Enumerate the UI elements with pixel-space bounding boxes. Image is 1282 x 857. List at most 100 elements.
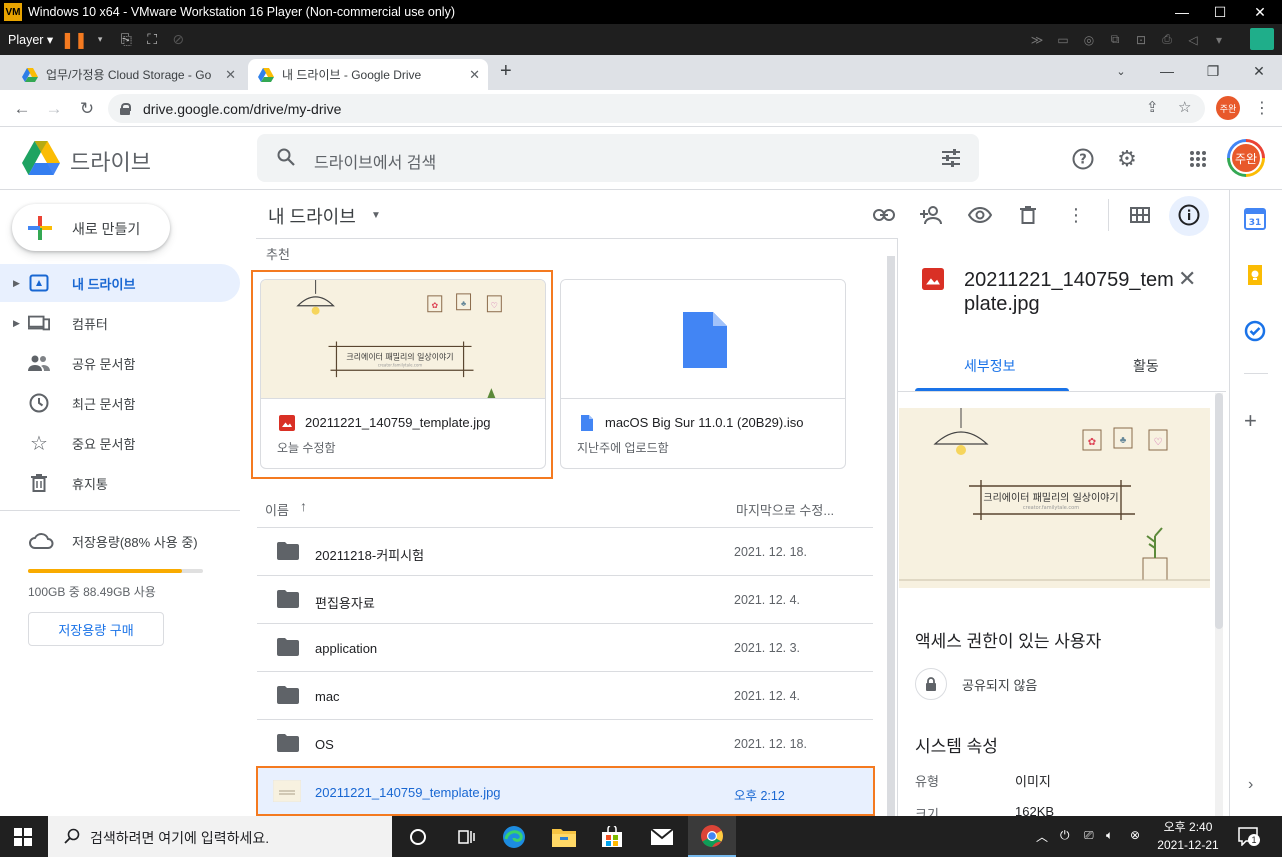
send-ctrl-alt-del-icon[interactable]: ⎘ <box>113 27 139 53</box>
file-explorer-icon[interactable] <box>540 816 588 857</box>
tray-close-icon[interactable]: ⊗ <box>1130 828 1140 842</box>
expand-caret-icon[interactable]: ▶ <box>13 278 20 289</box>
usb-icon[interactable]: ⊡ <box>1130 33 1152 47</box>
chrome-taskbar-icon[interactable] <box>688 816 736 857</box>
scrollbar-thumb[interactable] <box>1215 393 1223 629</box>
cd-icon[interactable]: ◎ <box>1078 33 1100 47</box>
account-avatar[interactable]: 주완 <box>1227 139 1265 177</box>
close-icon[interactable]: ✕ <box>1178 266 1196 292</box>
lock-icon[interactable] <box>120 102 131 115</box>
drive-logo-icon[interactable] <box>22 141 60 175</box>
taskbar-search-input[interactable]: 검색하려면 여기에 입력하세요. <box>90 828 269 848</box>
tasks-icon[interactable] <box>1244 320 1266 342</box>
url-text[interactable]: drive.google.com/drive/my-drive <box>143 101 341 117</box>
taskbar-clock[interactable]: 오후 2:40 2021-12-21 <box>1150 818 1226 854</box>
keep-icon[interactable] <box>1244 264 1266 286</box>
sidebar-item-my-drive[interactable]: ▶ 내 드라이브 <box>0 264 240 302</box>
vm-maximize-button[interactable]: ☐ <box>1200 0 1240 24</box>
tab-search-icon[interactable]: ⌄ <box>1098 55 1144 87</box>
calendar-icon[interactable]: 31 <box>1244 208 1266 230</box>
taskbar-search-box[interactable]: 검색하려면 여기에 입력하세요. <box>48 816 392 857</box>
apps-grid-icon[interactable] <box>1185 146 1211 172</box>
buy-storage-button[interactable]: 저장용량 구매 <box>28 612 164 646</box>
chevron-right-icon[interactable]: › <box>1248 776 1253 794</box>
sidebar-item-computers[interactable]: ▶ 컴퓨터 <box>0 304 240 342</box>
volume-icon[interactable]: 🔈︎ <box>1106 828 1113 843</box>
hdd-icon[interactable]: ▭ <box>1052 33 1074 47</box>
tab-close-icon[interactable]: ✕ <box>469 67 480 83</box>
vm-minimize-button[interactable]: — <box>1162 0 1202 24</box>
tab-details[interactable]: 세부정보 <box>964 356 1016 376</box>
settings-gear-icon[interactable]: ⚙ <box>1114 146 1140 172</box>
sidebar-item-shared[interactable]: 공유 문서함 <box>0 344 240 382</box>
column-header-modified[interactable]: 마지막으로 수정... <box>736 500 834 519</box>
player-menu[interactable]: Player ▾ <box>0 32 61 47</box>
search-icon[interactable] <box>277 148 295 166</box>
file-list-scrollbar[interactable] <box>887 256 895 816</box>
info-icon[interactable] <box>1176 202 1202 228</box>
storage-label[interactable]: 저장용량(88% 사용 중) <box>72 532 198 551</box>
vm-overflow-icon[interactable]: ▾ <box>1208 33 1230 47</box>
forward-icon[interactable]: ≫ <box>1026 33 1048 47</box>
bookmark-star-icon[interactable]: ☆ <box>1178 98 1191 116</box>
forward-button[interactable]: → <box>40 95 68 123</box>
details-preview-image[interactable]: ✿ ♣ ♡ 크리에이터 패밀리의 일상이야기 creator.familytal… <box>899 408 1210 588</box>
network-icon[interactable]: ⧉ <box>1104 32 1126 47</box>
grid-view-icon[interactable] <box>1127 202 1153 228</box>
browser-profile-avatar[interactable]: 주완 <box>1216 96 1240 120</box>
fullscreen-icon[interactable]: ⛶ <box>139 27 165 53</box>
task-view-icon[interactable] <box>442 816 490 857</box>
search-input[interactable]: 드라이브에서 검색 <box>314 149 436 173</box>
unity-icon[interactable]: ⊘ <box>165 27 191 53</box>
pause-dropdown-icon[interactable]: ▾ <box>87 27 113 53</box>
suggested-card-file[interactable]: macOS Big Sur 11.0.1 (20B29).iso 지난주에 업로… <box>560 279 846 469</box>
file-row[interactable]: application 2021. 12. 3. <box>257 623 873 671</box>
file-row[interactable]: 편집용자료 2021. 12. 4. <box>257 575 873 623</box>
sound-icon[interactable]: ◁ <box>1182 33 1204 47</box>
delete-trash-icon[interactable] <box>1015 202 1041 228</box>
vm-close-button[interactable]: ✕ <box>1240 0 1280 24</box>
sidebar-item-recent[interactable]: 최근 문서함 <box>0 384 240 422</box>
expand-caret-icon[interactable]: ▶ <box>13 318 20 329</box>
tab-close-icon[interactable]: ✕ <box>225 67 236 83</box>
notification-center-icon[interactable]: 1 <box>1238 826 1260 847</box>
edge-browser-icon[interactable] <box>490 816 538 857</box>
tab-my-drive[interactable]: 내 드라이브 - Google Drive ✕ <box>248 59 488 90</box>
mail-icon[interactable] <box>638 816 686 857</box>
tab-cloud-storage[interactable]: 업무/가정용 Cloud Storage - Go ✕ <box>12 59 244 90</box>
chevron-down-icon[interactable]: ▼ <box>371 210 381 221</box>
drive-app-name[interactable]: 드라이브 <box>70 145 151 177</box>
drive-search-box[interactable]: 드라이브에서 검색 <box>257 134 979 182</box>
browser-close-button[interactable]: ✕ <box>1236 55 1282 87</box>
back-button[interactable]: ← <box>8 95 36 123</box>
sort-ascending-icon[interactable]: ↑ <box>300 498 307 514</box>
share-person-add-icon[interactable] <box>919 202 945 228</box>
help-icon[interactable]: ? <box>1070 146 1096 172</box>
pause-icon[interactable]: ❚❚ <box>61 27 88 53</box>
column-header-name[interactable]: 이름 <box>265 500 289 519</box>
tray-overflow-icon[interactable]: ︿ <box>1036 828 1048 845</box>
reload-button[interactable]: ↻ <box>73 95 101 123</box>
search-options-icon[interactable] <box>941 148 961 168</box>
sidebar-item-trash[interactable]: 휴지통 <box>0 464 240 502</box>
new-button[interactable]: 새로 만들기 <box>12 204 170 251</box>
microsoft-store-icon[interactable] <box>588 816 636 857</box>
share-icon[interactable]: ⇪ <box>1146 98 1159 116</box>
page-title[interactable]: 내 드라이브 <box>268 203 356 229</box>
file-row[interactable]: mac 2021. 12. 4. <box>257 671 873 719</box>
new-tab-button[interactable]: + <box>500 60 520 84</box>
browser-menu-icon[interactable]: ⋮ <box>1254 98 1270 118</box>
tab-activity[interactable]: 활동 <box>1133 356 1159 376</box>
preview-eye-icon[interactable] <box>967 202 993 228</box>
windows-start-icon[interactable] <box>14 828 32 846</box>
tray-device-icon[interactable]: ⏻ <box>1060 828 1070 843</box>
browser-restore-button[interactable]: ❐ <box>1190 55 1236 87</box>
network-icon[interactable]: ⎚ <box>1084 828 1094 843</box>
omnibox[interactable]: drive.google.com/drive/my-drive ⇪ ☆ <box>108 94 1205 123</box>
get-link-icon[interactable] <box>871 202 897 228</box>
cortana-icon[interactable] <box>394 816 442 857</box>
file-row[interactable]: OS 2021. 12. 18. <box>257 719 873 767</box>
printer-icon[interactable]: ⎙ <box>1156 32 1178 47</box>
details-scrollbar[interactable] <box>1215 393 1223 816</box>
browser-minimize-button[interactable]: — <box>1144 55 1190 87</box>
